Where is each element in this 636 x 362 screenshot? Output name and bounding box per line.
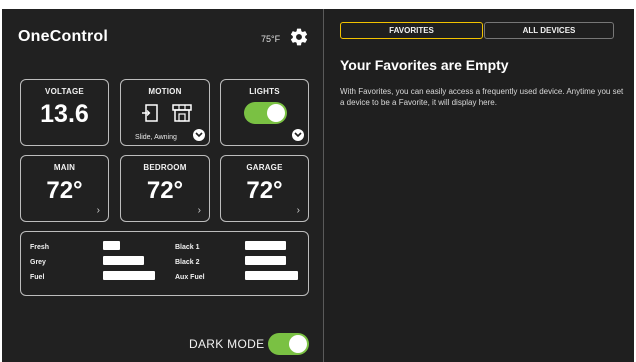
motion-tile[interactable]: MOTION Slide, Awning xyxy=(120,79,210,146)
chevron-right-icon: › xyxy=(96,205,100,216)
favorites-empty-title: Your Favorites are Empty xyxy=(340,57,509,73)
lights-toggle[interactable] xyxy=(244,102,287,124)
tank-label-aux-fuel: Aux Fuel xyxy=(175,274,205,281)
tab-all-devices[interactable]: ALL DEVICES xyxy=(484,22,614,39)
app-window: OneControl 75°F VOLTAGE 13.6 MOTION Slid… xyxy=(2,9,634,362)
chevron-down-icon[interactable] xyxy=(193,129,205,141)
tank-label-black-1: Black 1 xyxy=(175,244,200,251)
chevron-right-icon: › xyxy=(197,205,201,216)
motion-subtitle: Slide, Awning xyxy=(135,134,177,141)
favorites-empty-text: With Favorites, you can easily access a … xyxy=(340,87,624,107)
tank-bar-fuel xyxy=(103,271,155,280)
app-title: OneControl xyxy=(18,28,108,45)
main-temp-tile[interactable]: MAIN 72° › xyxy=(20,155,109,222)
voltage-label: VOLTAGE xyxy=(45,87,84,96)
tank-label-fresh: Fresh xyxy=(30,244,50,251)
dashboard-panel: OneControl 75°F VOLTAGE 13.6 MOTION Slid… xyxy=(2,9,322,362)
lights-label: LIGHTS xyxy=(249,87,280,96)
motion-label: MOTION xyxy=(148,87,182,96)
toggle-knob xyxy=(289,335,307,353)
outside-temperature: 75°F xyxy=(261,34,281,44)
tank-bar-black-1 xyxy=(245,241,286,250)
bedroom-temp-value: 72° xyxy=(146,177,184,204)
bedroom-temp-tile[interactable]: BEDROOM 72° › xyxy=(120,155,210,222)
voltage-tile[interactable]: VOLTAGE 13.6 xyxy=(20,79,109,146)
bedroom-label: BEDROOM xyxy=(143,163,187,172)
slide-icon xyxy=(142,104,158,122)
tank-bar-fresh xyxy=(103,241,120,250)
chevron-right-icon: › xyxy=(296,205,300,216)
lights-tile[interactable]: LIGHTS xyxy=(220,79,309,146)
tank-label-black-2: Black 2 xyxy=(175,259,200,266)
main-label: MAIN xyxy=(53,163,76,172)
gear-icon[interactable] xyxy=(289,27,309,47)
main-temp-value: 72° xyxy=(46,177,83,204)
garage-label: GARAGE xyxy=(246,163,283,172)
voltage-value: 13.6 xyxy=(40,100,89,128)
garage-temp-value: 72° xyxy=(246,177,283,204)
tank-bar-aux-fuel xyxy=(245,271,298,280)
dark-mode-label: DARK MODE xyxy=(189,337,265,351)
awning-icon xyxy=(172,104,192,122)
tank-levels-panel[interactable]: Fresh Grey Fuel Black 1 Black 2 Aux Fuel xyxy=(20,231,309,296)
tank-label-grey: Grey xyxy=(30,259,46,266)
tab-favorites[interactable]: FAVORITES xyxy=(340,22,483,39)
tank-bar-grey xyxy=(103,256,144,265)
dark-mode-toggle[interactable] xyxy=(268,333,309,355)
garage-temp-tile[interactable]: GARAGE 72° › xyxy=(220,155,309,222)
toggle-knob xyxy=(267,104,285,122)
chevron-down-icon[interactable] xyxy=(292,129,304,141)
tank-label-fuel: Fuel xyxy=(30,274,45,281)
favorites-panel: FAVORITES ALL DEVICES Your Favorites are… xyxy=(323,9,634,362)
tank-bar-black-2 xyxy=(245,256,286,265)
